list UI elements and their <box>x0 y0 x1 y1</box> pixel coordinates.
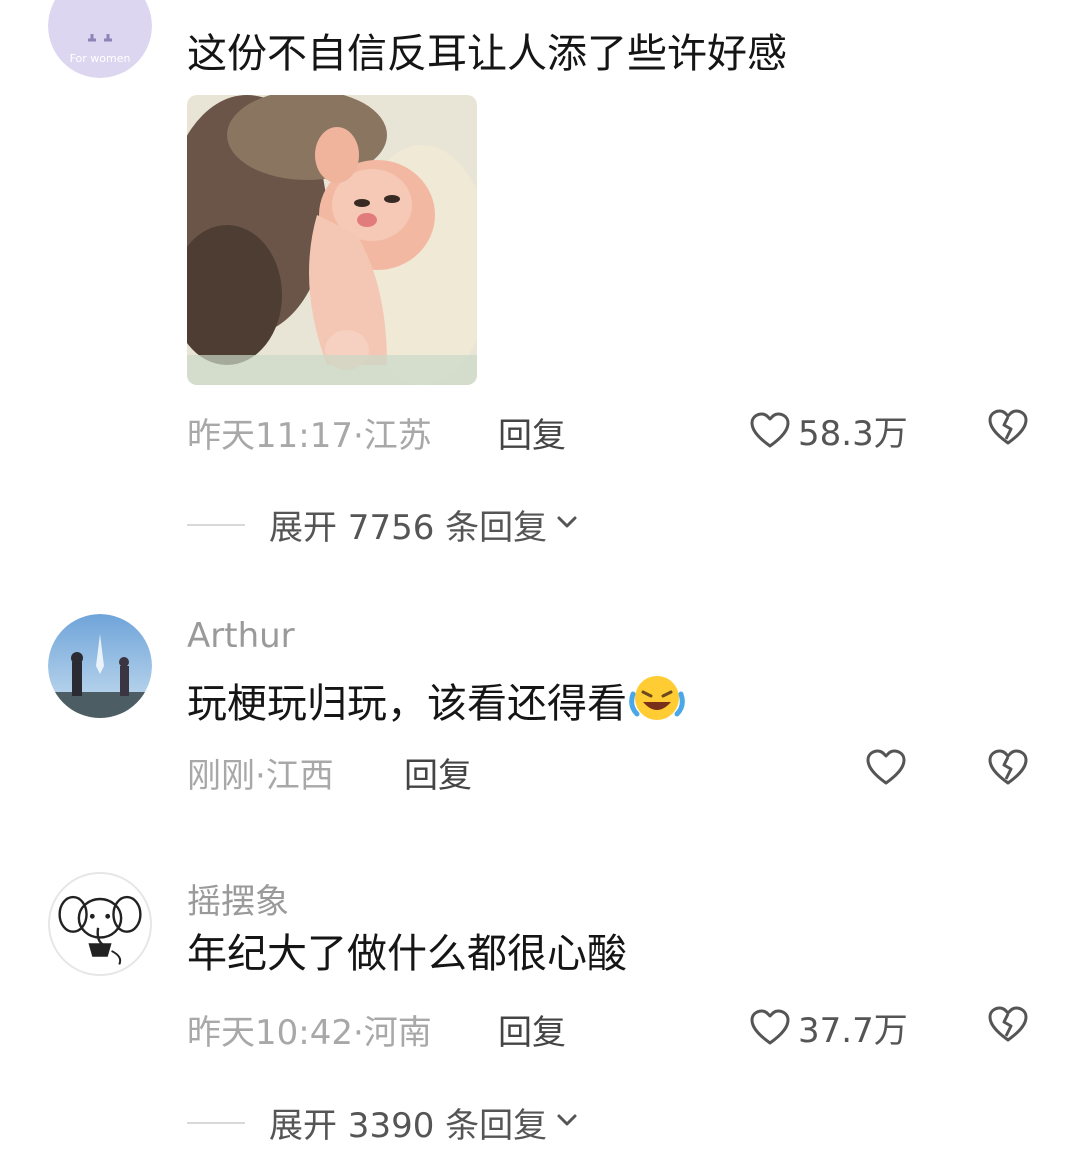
svg-text:For women: For women <box>70 52 131 65</box>
avatar-comment-2[interactable] <box>48 614 152 718</box>
heart-outline-icon <box>864 746 908 790</box>
comment-2-like-button[interactable] <box>864 746 914 790</box>
comment-3-text: 年纪大了做什么都很心酸 <box>187 931 627 977</box>
comment-3-like-button[interactable]: 37.7万 <box>748 1003 908 1052</box>
comment-2-meta: 刚刚·江西 <box>187 756 334 796</box>
broken-heart-icon[interactable] <box>986 406 1030 450</box>
broken-heart-icon[interactable] <box>986 1003 1030 1047</box>
comment-2-reply-button[interactable]: 回复 <box>404 748 472 797</box>
broken-heart-icon[interactable] <box>986 746 1030 790</box>
heart-outline-icon <box>748 1006 792 1050</box>
divider-line <box>187 1121 245 1124</box>
comment-3-meta: 昨天10:42·河南 <box>187 1013 432 1053</box>
heart-outline-icon <box>748 409 792 453</box>
comment-2-username[interactable]: Arthur <box>187 616 295 656</box>
avatar-comment-3[interactable] <box>48 872 152 976</box>
comment-2-text: 玩梗玩归玩，该看还得看 <box>187 680 627 727</box>
chevron-down-icon <box>553 505 581 545</box>
divider-line <box>187 523 245 526</box>
chevron-down-icon <box>553 1103 581 1143</box>
comment-1-like-count: 58.3万 <box>798 414 908 454</box>
comment-3-username[interactable]: 摇摆象 <box>187 874 289 923</box>
avatar-comment-1[interactable]: For women <box>48 0 152 78</box>
comment-3-expand-replies[interactable]: 展开 3390 条回复 <box>187 1098 581 1147</box>
comment-3-expand-label: 展开 3390 条回复 <box>269 1106 548 1146</box>
comment-1-text: 这份不自信反耳让人添了些许好感 <box>187 31 787 77</box>
comment-3-reply-button[interactable]: 回复 <box>498 1005 566 1054</box>
comment-1-meta: 昨天11:17·江苏 <box>187 416 432 456</box>
comment-3-like-count: 37.7万 <box>798 1011 908 1051</box>
comment-2-text-row: 玩梗玩归玩，该看还得看 <box>187 672 685 735</box>
comment-1-reply-button[interactable]: 回复 <box>498 408 566 457</box>
comment-1-expand-label: 展开 7756 条回复 <box>269 508 548 548</box>
comment-1-like-button[interactable]: 58.3万 <box>748 406 908 455</box>
laughing-crying-emoji-icon <box>629 672 685 735</box>
comment-1-image[interactable] <box>187 95 477 385</box>
comment-1-expand-replies[interactable]: 展开 7756 条回复 <box>187 500 581 549</box>
